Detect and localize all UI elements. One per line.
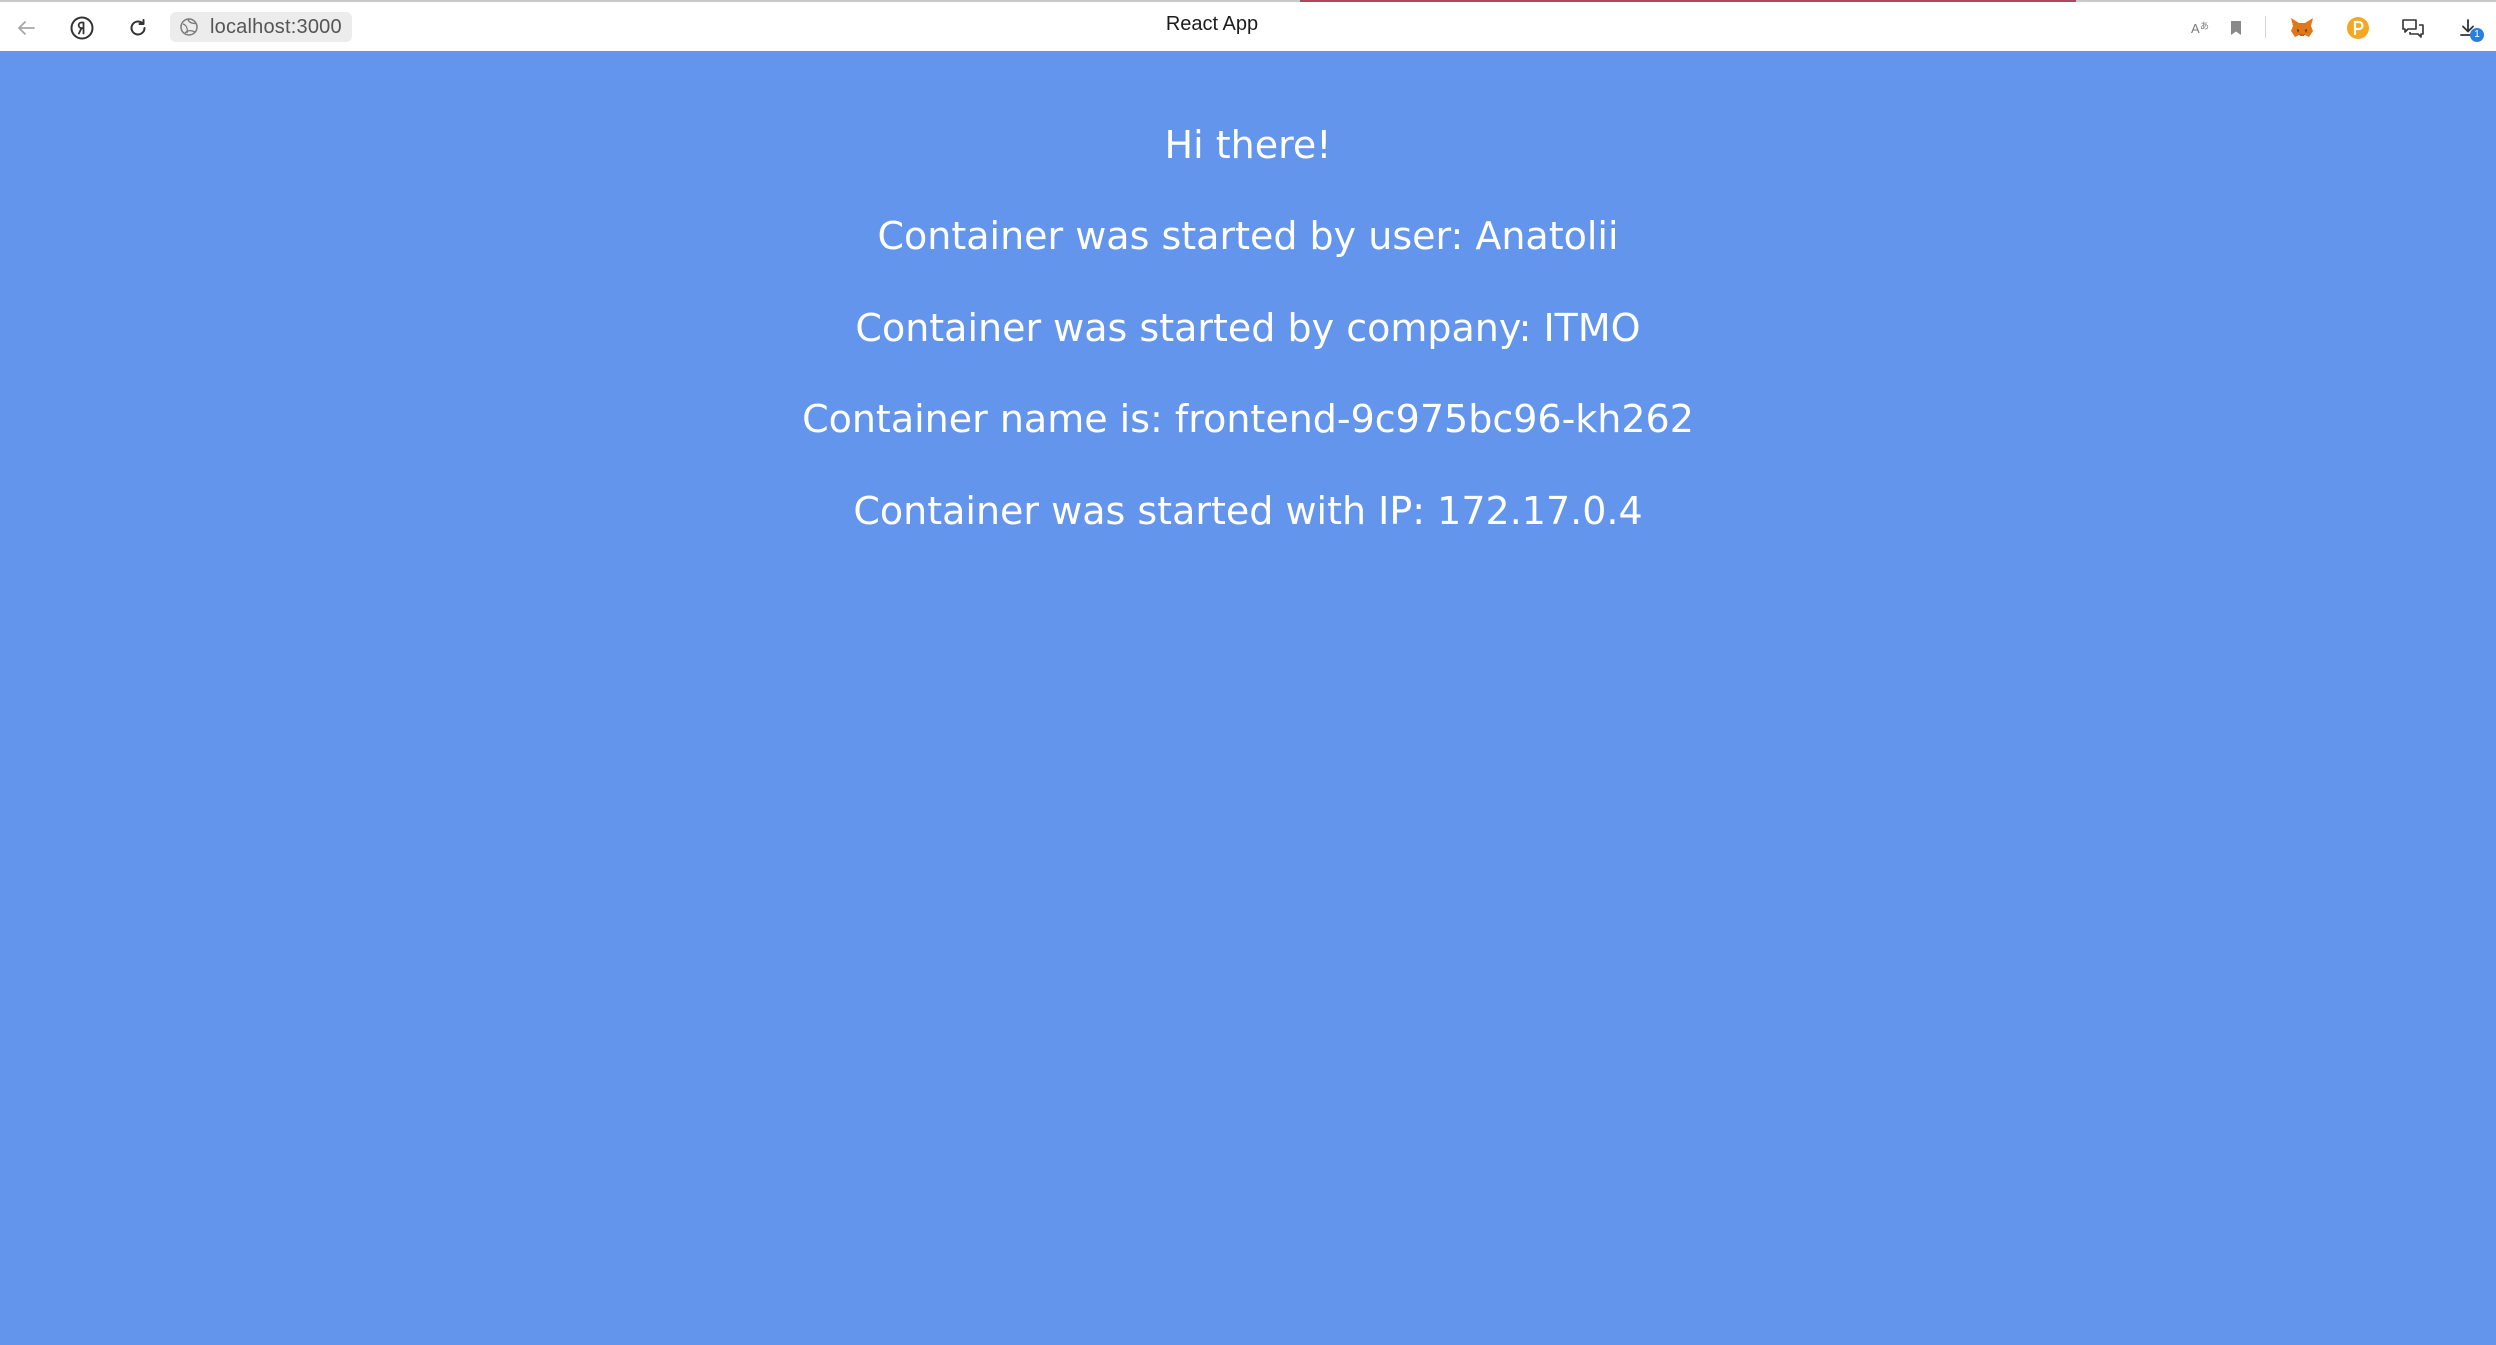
coin-extension-icon[interactable] bbox=[2340, 10, 2376, 46]
bookmark-icon[interactable] bbox=[2218, 10, 2254, 46]
metamask-fox-icon[interactable] bbox=[2284, 10, 2320, 46]
user-info-text: Container was started by user: Anatolii bbox=[877, 214, 1619, 259]
chat-icon[interactable] bbox=[2395, 10, 2431, 46]
greeting-text: Hi there! bbox=[1164, 122, 1332, 167]
tab-accent-line bbox=[1300, 0, 2076, 2]
site-info-icon[interactable] bbox=[178, 16, 200, 38]
page-content: Hi there! Container was started by user:… bbox=[0, 51, 2496, 557]
yandex-logo-icon[interactable] bbox=[64, 10, 100, 46]
tab-title: React App bbox=[1165, 13, 1259, 35]
company-info-text: Container was started by company: ITMO bbox=[855, 305, 1641, 350]
browser-toolbar: localhost:3000 React App Aあ 1 bbox=[0, 0, 2496, 51]
svg-text:あ: あ bbox=[2200, 21, 2209, 31]
container-name-text: Container name is: frontend-9c975bc96-kh… bbox=[802, 397, 1694, 442]
address-bar[interactable]: localhost:3000 bbox=[170, 12, 352, 42]
address-url[interactable]: localhost:3000 bbox=[210, 16, 342, 39]
translate-icon[interactable]: Aあ bbox=[2183, 10, 2219, 46]
svg-text:A: A bbox=[2191, 21, 2200, 36]
back-arrow-icon[interactable] bbox=[8, 10, 44, 46]
reload-icon[interactable] bbox=[120, 10, 156, 46]
download-count-badge: 1 bbox=[2470, 28, 2484, 42]
toolbar-divider bbox=[2265, 16, 2266, 38]
container-ip-text: Container was started with IP: 172.17.0.… bbox=[853, 488, 1643, 533]
download-icon[interactable]: 1 bbox=[2450, 10, 2486, 46]
